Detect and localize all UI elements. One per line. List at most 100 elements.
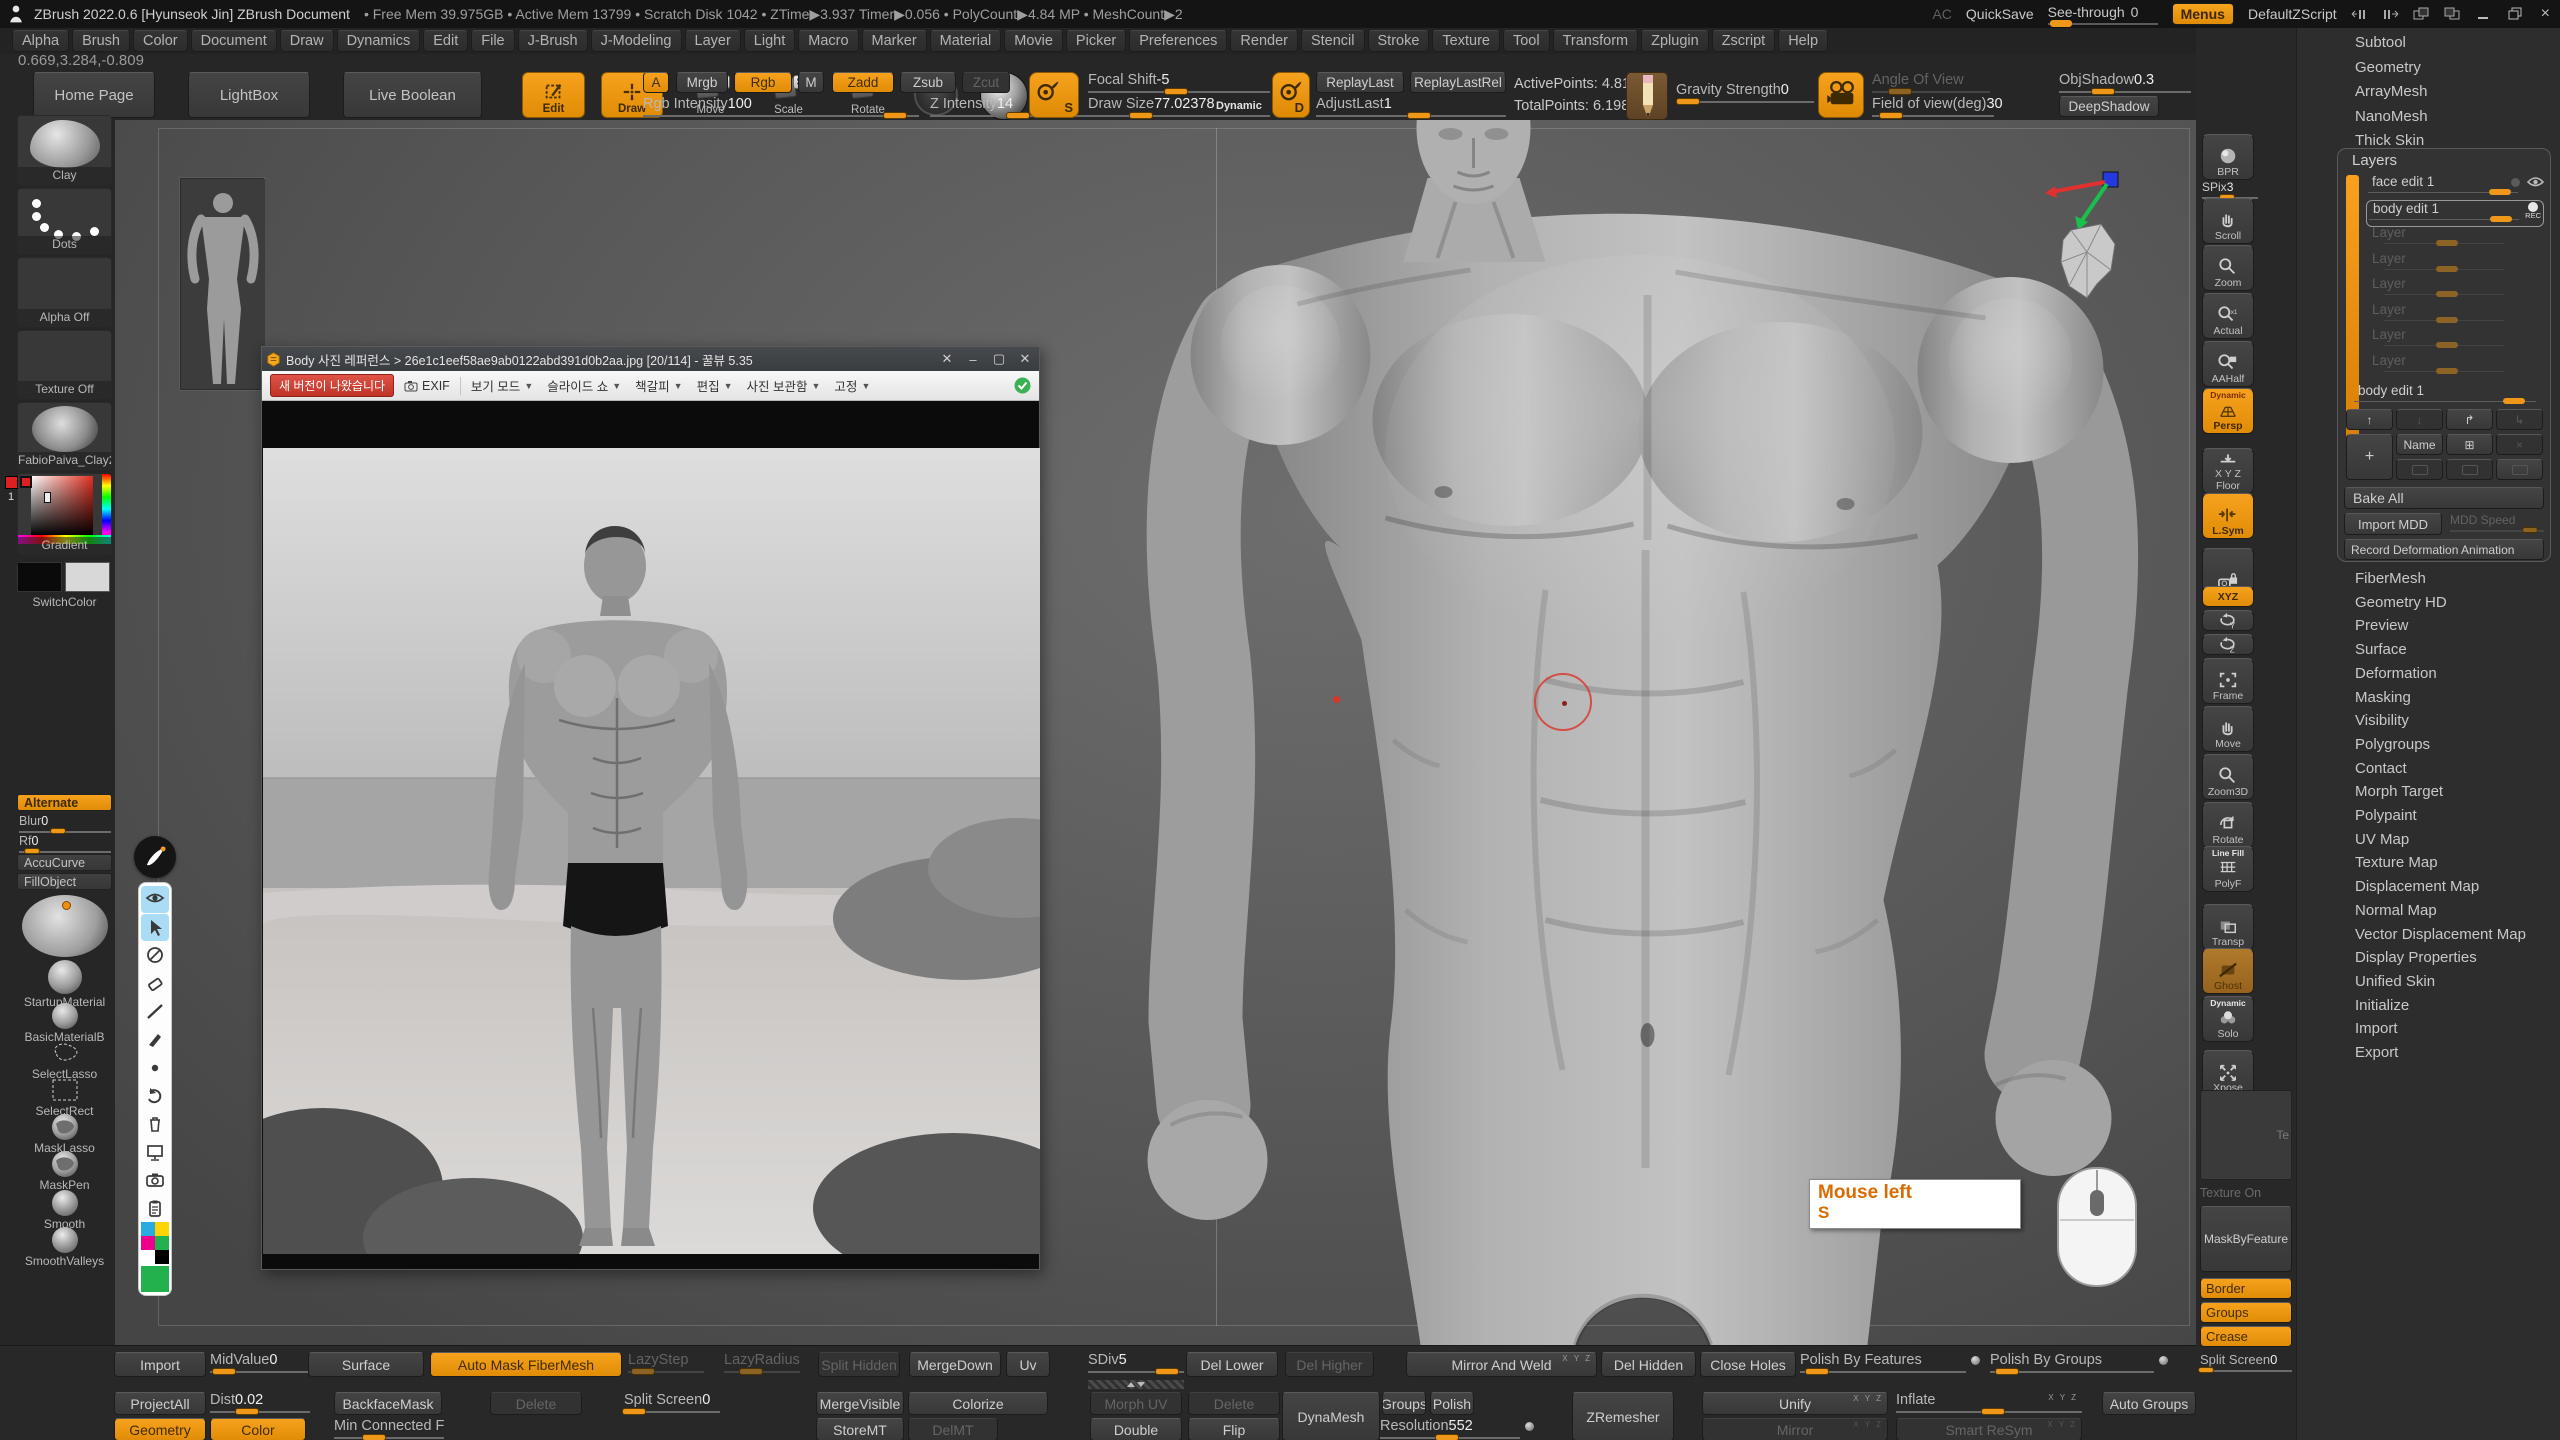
uv-button[interactable]: Uv (1006, 1352, 1050, 1377)
maskpen-item[interactable]: MaskPen (17, 1151, 112, 1192)
menu-texture[interactable]: Texture (1432, 30, 1500, 52)
main-color-swatch[interactable] (17, 562, 62, 592)
transp-button[interactable]: Transp (2202, 904, 2254, 950)
layer-move-2[interactable]: ↱ (2446, 409, 2493, 430)
section-normal-map[interactable]: Normal Map (2355, 902, 2437, 919)
mirror-button[interactable]: MirrorX Y Z (1702, 1418, 1888, 1440)
slider-knob[interactable] (1888, 88, 1912, 95)
slider-knob[interactable] (212, 1368, 236, 1375)
slider-knob[interactable] (739, 1368, 763, 1375)
option-dot[interactable] (1525, 1422, 1534, 1431)
option-dot[interactable] (1971, 1356, 1980, 1365)
slider-knob[interactable] (1129, 112, 1153, 119)
slider-track[interactable] (1088, 1371, 1184, 1373)
auto-groups-button[interactable]: Auto Groups (2102, 1392, 2196, 1415)
palette-swatch[interactable] (155, 1222, 169, 1236)
camera-icon[interactable] (1818, 72, 1864, 118)
focal-shift-slider[interactable]: Focal Shift-5 (1088, 72, 1270, 93)
double-button[interactable]: Double (1090, 1418, 1182, 1440)
viewer-menu-item[interactable]: 편집▼ (697, 376, 733, 395)
import-mdd-button[interactable]: Import MDD (2344, 513, 2442, 535)
replaylast-button[interactable]: ReplayLast (1316, 72, 1404, 93)
menu-file[interactable]: File (471, 30, 514, 52)
groups-button[interactable]: Groups (2200, 1302, 2292, 1323)
menu-stroke[interactable]: Stroke (1368, 30, 1430, 52)
section-polypaint[interactable]: Polypaint (2355, 807, 2417, 824)
menu-macro[interactable]: Macro (798, 30, 858, 52)
replaylastrel-button[interactable]: ReplayLastRel (1410, 72, 1506, 93)
masklasso-item[interactable]: MaskLasso (17, 1114, 112, 1155)
layer-intensity-knob[interactable] (2436, 342, 2458, 348)
menu-picker[interactable]: Picker (1066, 30, 1126, 52)
menu-edit[interactable]: Edit (423, 30, 468, 52)
layer-row[interactable]: Layer (2366, 302, 2544, 326)
menu-zplugin[interactable]: Zplugin (1641, 30, 1709, 52)
slider-knob[interactable] (2198, 1367, 2214, 1373)
polish-by-groups-slider[interactable]: Polish By Groups (1990, 1352, 2154, 1373)
restore-button[interactable] (2506, 7, 2523, 22)
slider-track[interactable] (1800, 1371, 1966, 1373)
section-surface[interactable]: Surface (2355, 641, 2407, 658)
layer-move-1[interactable]: ↓ (2396, 409, 2443, 430)
zcut-button[interactable]: Zcut (962, 72, 1010, 93)
viewer-menu-item[interactable]: 책갈피▼ (635, 376, 682, 395)
slider-knob[interactable] (1981, 1408, 2005, 1415)
texture-off-tile[interactable]: Texture Off (17, 330, 112, 399)
slider-track[interactable] (2059, 91, 2191, 93)
lazystep-slider[interactable]: LazyStep (628, 1352, 704, 1373)
slider-track[interactable] (643, 115, 919, 117)
section-displacement-map[interactable]: Displacement Map (2355, 878, 2479, 895)
del-hidden-button[interactable]: Del Hidden (1601, 1352, 1696, 1377)
rgb-intensity-slider[interactable]: Rgb Intensity100 (643, 96, 919, 117)
slider-track[interactable] (210, 1411, 310, 1413)
viewer-menu-item[interactable]: 사진 보관함▼ (747, 376, 821, 395)
delete-layer-button[interactable]: × (2496, 434, 2543, 455)
sv-square[interactable] (31, 476, 93, 536)
border-button[interactable]: Border (2200, 1278, 2292, 1299)
section-geometry[interactable]: Geometry (2355, 59, 2421, 76)
a-button[interactable]: A (643, 72, 669, 93)
menu-j-modeling[interactable]: J-Modeling (591, 30, 682, 52)
maskbyfeature-button[interactable]: MaskByFeature (2200, 1206, 2292, 1272)
color-palette[interactable] (141, 1222, 169, 1264)
basicmaterialb-item[interactable]: BasicMaterialB (17, 1003, 112, 1044)
rotate-button[interactable]: Rotate (2202, 802, 2254, 848)
section-preview[interactable]: Preview (2355, 617, 2408, 634)
mdd-speed-slider[interactable]: MDD Speed (2450, 513, 2544, 532)
slider-track[interactable] (1088, 115, 1270, 117)
resolution-slider[interactable]: Resolution552 (1380, 1418, 1520, 1439)
menu-render[interactable]: Render (1230, 30, 1298, 52)
section-deformation[interactable]: Deformation (2355, 665, 2437, 682)
slider-track[interactable] (1088, 91, 1270, 93)
mirror-and-weld-button[interactable]: Mirror And WeldX Y Z (1406, 1352, 1597, 1377)
hue-strip-v[interactable] (102, 474, 111, 544)
menu-j-brush[interactable]: J-Brush (518, 30, 588, 52)
xyz-badge[interactable]: X Y Z (2048, 1393, 2078, 1402)
flip-button[interactable]: Flip (1188, 1418, 1280, 1440)
menu-material[interactable]: Material (930, 30, 1002, 52)
layers-header[interactable]: Layers (2352, 152, 2397, 169)
mergevisible-button[interactable]: MergeVisible (816, 1392, 904, 1415)
roty-button[interactable]: Y (2202, 610, 2254, 631)
persp-button[interactable]: DynamicPersp (2202, 388, 2254, 434)
layer-intensity-knob[interactable] (2436, 266, 2458, 272)
current-pen-color[interactable] (141, 1266, 169, 1292)
window-layout-icon[interactable] (2413, 7, 2430, 22)
xyz-badge[interactable]: X Y Z (1853, 1394, 1883, 1403)
dynamesh-button[interactable]: DynaMesh (1282, 1392, 1380, 1440)
honeyview-title-bar[interactable]: Body 사진 레퍼런스 > 26e1c1eef58ae9ab0122abd39… (262, 347, 1039, 371)
delete-button[interactable]: Delete (490, 1392, 582, 1415)
inflate-slider[interactable]: InflateX Y Z (1896, 1392, 2082, 1413)
layer-intensity-track[interactable] (2384, 269, 2504, 270)
menu-draw[interactable]: Draw (280, 30, 334, 52)
clay-tile[interactable]: Clay (17, 115, 112, 185)
fillobject-button[interactable]: FillObject (17, 873, 112, 890)
replay-icon[interactable]: D (1272, 72, 1310, 118)
slider-track[interactable] (1380, 1437, 1520, 1439)
slider-knob[interactable] (622, 1408, 646, 1415)
layer-intensity-track[interactable] (2384, 345, 2504, 346)
l-sym-button[interactable]: L.Sym (2202, 493, 2254, 539)
minimize-button[interactable] (2475, 7, 2492, 22)
slider-knob[interactable] (1995, 1368, 2019, 1375)
move-button[interactable]: Move (2202, 706, 2254, 752)
